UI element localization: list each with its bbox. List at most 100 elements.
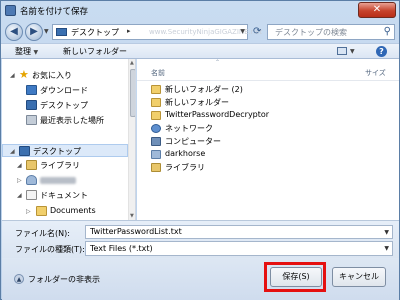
- user-icon: [151, 150, 161, 159]
- forward-button[interactable]: ▶: [25, 23, 43, 41]
- cancel-button[interactable]: キャンセル: [332, 267, 386, 287]
- search-icon[interactable]: ⚲: [384, 26, 391, 37]
- expand-arrow-icon[interactable]: ◢: [10, 148, 15, 155]
- expand-arrow-icon[interactable]: ◢: [10, 72, 15, 79]
- address-row: ◀ ▶ ▼ デスクトップ ▸ www.SecurityNinjaGIGAZINE…: [1, 21, 399, 43]
- computer-icon: [151, 137, 161, 146]
- user-icon: [26, 175, 37, 185]
- refresh-icon[interactable]: ⟳: [253, 26, 261, 37]
- list-item-label: TwitterPasswordDecryptor: [165, 110, 270, 119]
- list-item[interactable]: darkhorse: [137, 149, 377, 161]
- expand-arrow-icon[interactable]: ◢: [17, 192, 22, 199]
- list-item[interactable]: ライブラリ: [137, 162, 377, 174]
- nav-item-documents[interactable]: ◢ ドキュメント: [2, 189, 128, 202]
- folder-icon: [36, 206, 47, 216]
- library-icon: [151, 163, 161, 172]
- filetype-select[interactable]: Text Files (*.txt) ▼: [85, 241, 393, 256]
- nav-scrollbar[interactable]: ▲ ▼: [128, 59, 135, 220]
- file-form: ファイル名(N): TwitterPasswordList.txt ▼ ファイル…: [2, 220, 399, 258]
- list-item-label: 新しいフォルダー (2): [165, 85, 243, 94]
- hide-folders-label: フォルダーの非表示: [28, 275, 100, 284]
- collapse-arrow-icon[interactable]: ▷: [17, 177, 22, 184]
- nav-downloads-label: ダウンロード: [40, 86, 88, 95]
- app-icon: [5, 5, 16, 16]
- nav-item-documents-sub[interactable]: ▷ Documents: [2, 205, 128, 218]
- nav-documents-label: ドキュメント: [40, 191, 88, 200]
- list-item[interactable]: 新しいフォルダー (2): [137, 84, 377, 96]
- navigation-pane: ◢ ★ お気に入り ダウンロード デスクトップ 最近表示した場所 ◢ デスクトッ…: [2, 59, 136, 220]
- dialog-footer: ▲ フォルダーの非表示 保存(S) キャンセル: [2, 258, 399, 300]
- nav-desktop-label: デスクトップ: [40, 101, 88, 110]
- list-item-label: ライブラリ: [165, 163, 205, 172]
- help-icon[interactable]: ?: [376, 46, 387, 57]
- column-size-header[interactable]: サイズ: [365, 68, 386, 78]
- organize-label: 整理: [15, 47, 31, 56]
- filetype-dropdown-icon[interactable]: ▼: [384, 245, 389, 252]
- list-item-label: ネットワーク: [165, 124, 213, 133]
- nav-item-recent[interactable]: 最近表示した場所: [2, 114, 128, 127]
- folder-icon: [151, 111, 161, 120]
- filetype-value: Text Files (*.txt): [90, 244, 153, 253]
- nav-libraries-label: ライブラリ: [40, 161, 80, 170]
- nav-item-favorites[interactable]: ◢ ★ お気に入り: [2, 69, 128, 82]
- list-item-label: darkhorse: [165, 149, 206, 158]
- list-item[interactable]: 新しいフォルダー: [137, 97, 377, 109]
- filename-label: ファイル名(N):: [15, 229, 70, 238]
- folder-icon: [151, 98, 161, 107]
- watermark-text: www.SecurityNinjaGIGAZINE.net: [149, 28, 263, 36]
- list-item-label: コンピューター: [165, 137, 221, 146]
- collapse-arrow-icon[interactable]: ▷: [26, 208, 31, 215]
- folder-icon: [151, 85, 161, 94]
- network-icon: [151, 124, 161, 133]
- organize-button[interactable]: 整理 ▼: [15, 46, 38, 57]
- save-button[interactable]: 保存(S): [270, 267, 322, 287]
- window-title: 名前を付けて保存: [20, 7, 89, 17]
- nav-item-desktop[interactable]: デスクトップ: [2, 99, 128, 112]
- scroll-up-icon[interactable]: ▲: [130, 60, 134, 66]
- view-options-icon[interactable]: [337, 47, 347, 55]
- filename-field[interactable]: TwitterPasswordList.txt ▼: [85, 225, 393, 239]
- filetype-label: ファイルの種類(T):: [15, 245, 85, 254]
- list-item[interactable]: コンピューター: [137, 136, 377, 148]
- desktop-icon: [56, 28, 67, 36]
- nav-favorites-label: お気に入り: [32, 71, 72, 80]
- nav-desktop-root-label: デスクトップ: [33, 147, 81, 156]
- view-dropdown-icon[interactable]: ▼: [350, 48, 355, 55]
- title-bar[interactable]: 名前を付けて保存 ✕: [1, 1, 399, 21]
- list-item[interactable]: TwitterPasswordDecryptor: [137, 110, 377, 122]
- expand-arrow-icon[interactable]: ◢: [17, 162, 22, 169]
- star-icon: ★: [19, 68, 29, 81]
- filename-value: TwitterPasswordList.txt: [90, 227, 182, 236]
- address-location[interactable]: デスクトップ: [71, 27, 119, 38]
- scroll-thumb[interactable]: [130, 69, 135, 117]
- search-input[interactable]: デスクトップの検索 ⚲: [267, 24, 395, 40]
- close-button[interactable]: ✕: [358, 2, 396, 18]
- library-icon: [26, 160, 37, 170]
- collapse-up-icon: ▲: [14, 274, 24, 284]
- downloads-icon: [26, 85, 37, 95]
- nav-item-libraries[interactable]: ◢ ライブラリ: [2, 159, 128, 172]
- address-dropdown-icon[interactable]: ▼: [240, 28, 245, 35]
- desktop-icon: [26, 100, 37, 110]
- filename-dropdown-icon[interactable]: ▼: [384, 229, 389, 236]
- blurred-username: [40, 177, 76, 184]
- column-header-row: ⌃ 名前 サイズ: [137, 59, 399, 81]
- new-folder-button[interactable]: 新しいフォルダー: [63, 46, 127, 57]
- organize-dropdown-icon: ▼: [33, 49, 39, 56]
- list-item[interactable]: ネットワーク: [137, 123, 377, 135]
- nav-item-desktop-root[interactable]: ◢ デスクトップ: [2, 144, 128, 157]
- search-placeholder: デスクトップの検索: [275, 28, 347, 37]
- desktop-icon: [19, 146, 30, 156]
- column-name-header[interactable]: 名前: [151, 68, 165, 78]
- address-chevron-icon[interactable]: ▸: [127, 27, 131, 35]
- file-list: ⌃ 名前 サイズ 新しいフォルダー (2) 新しいフォルダー TwitterPa…: [137, 59, 399, 220]
- nav-recent-label: 最近表示した場所: [40, 116, 104, 125]
- command-bar: 整理 ▼ 新しいフォルダー ▼ ?: [1, 43, 399, 59]
- nav-item-user[interactable]: ▷: [2, 174, 128, 187]
- back-button[interactable]: ◀: [5, 23, 23, 41]
- recent-locations-dropdown[interactable]: ▼: [44, 28, 49, 35]
- nav-item-downloads[interactable]: ダウンロード: [2, 84, 128, 97]
- scroll-down-icon[interactable]: ▼: [130, 213, 134, 219]
- address-bar[interactable]: デスクトップ ▸ www.SecurityNinjaGIGAZINE.net ▼: [52, 24, 262, 40]
- recent-places-icon: [26, 115, 37, 125]
